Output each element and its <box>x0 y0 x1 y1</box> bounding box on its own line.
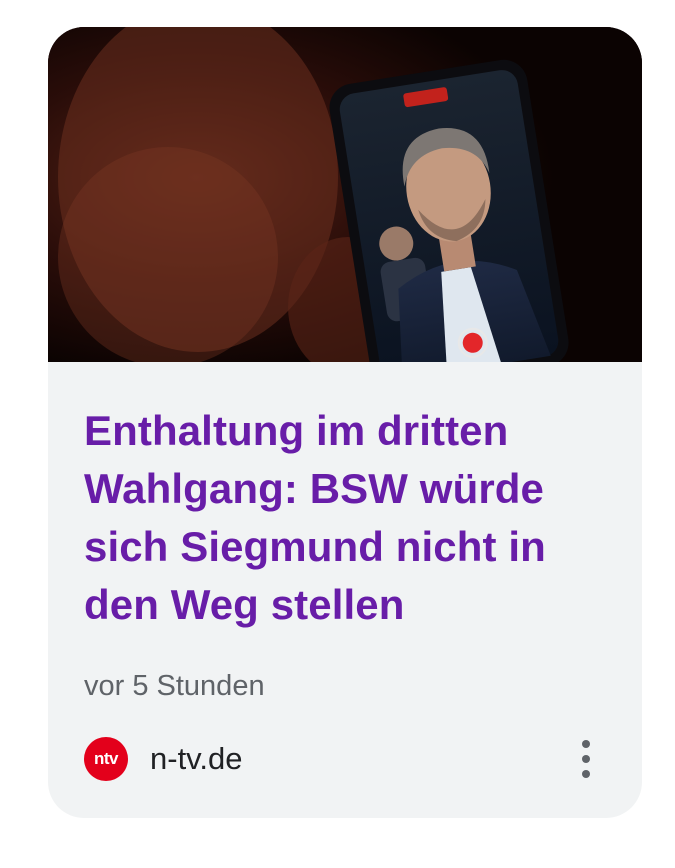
publisher-name: n-tv.de <box>150 741 243 776</box>
more-dot <box>582 770 590 778</box>
more-dot <box>582 755 590 763</box>
publisher-logo: ntv <box>84 737 128 781</box>
thumbnail-image <box>48 27 642 362</box>
news-card[interactable]: Enthaltung im dritten Wahlgang: BSW würd… <box>48 27 642 818</box>
more-dot <box>582 740 590 748</box>
source-row: ntv n-tv.de <box>84 733 606 785</box>
article-timestamp: vor 5 Stunden <box>84 670 265 702</box>
publisher-logo-text: ntv <box>94 749 119 768</box>
article-headline[interactable]: Enthaltung im dritten Wahlgang: BSW würd… <box>84 402 606 634</box>
more-vert-icon[interactable] <box>566 733 606 785</box>
article-thumbnail[interactable] <box>48 27 642 362</box>
